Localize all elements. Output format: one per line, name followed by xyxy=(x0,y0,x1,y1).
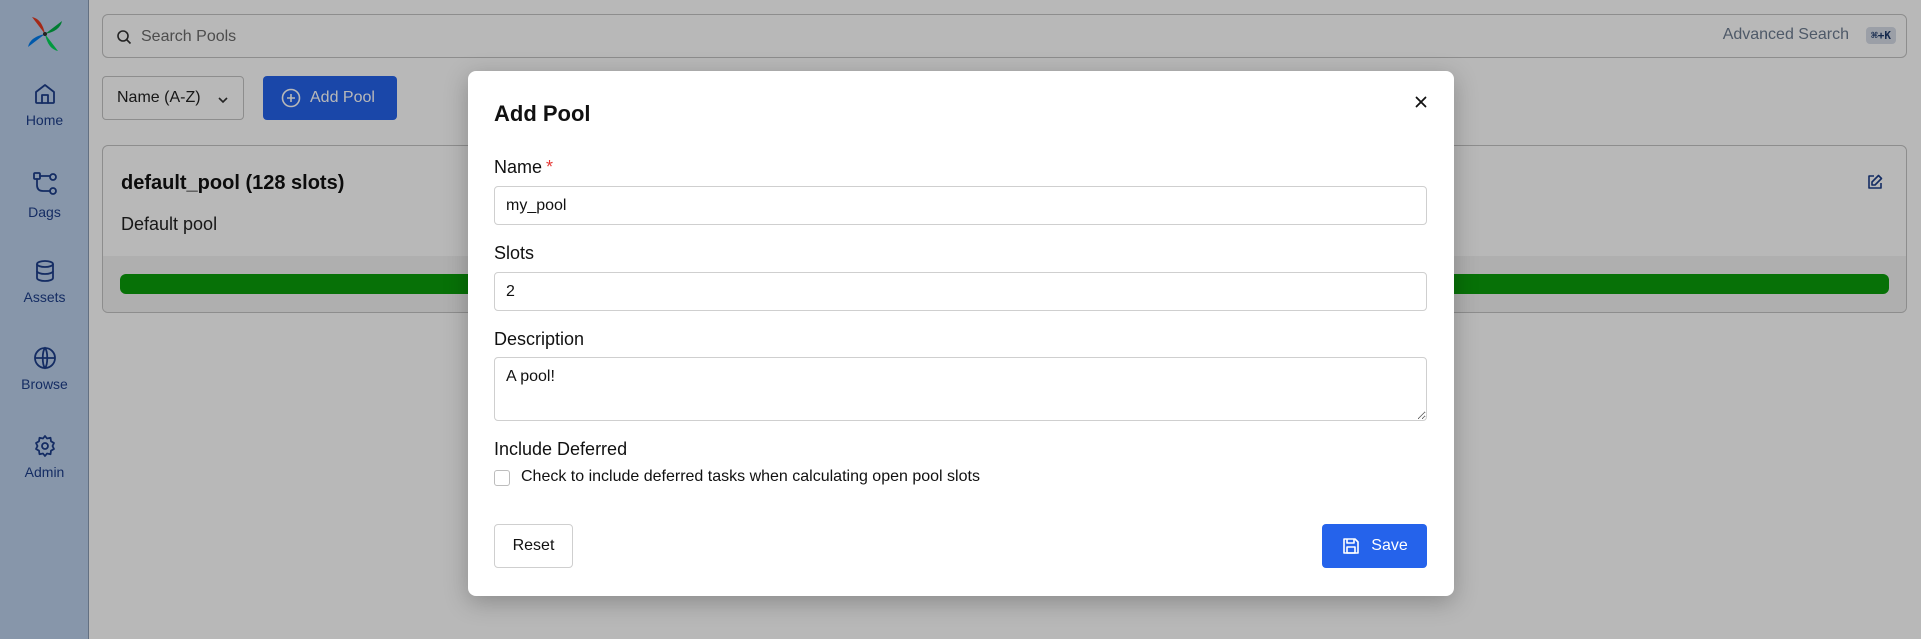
close-icon xyxy=(1415,96,1427,108)
dialog-title: Add Pool xyxy=(494,101,591,126)
name-field[interactable] xyxy=(494,186,1427,225)
name-label: Name * xyxy=(494,157,553,178)
name-label-text: Name xyxy=(494,157,543,177)
save-label: Save xyxy=(1371,537,1408,554)
close-button[interactable] xyxy=(1410,91,1432,113)
required-mark: * xyxy=(546,157,554,177)
reset-button[interactable]: Reset xyxy=(494,524,573,568)
save-icon xyxy=(1343,538,1360,554)
save-button[interactable]: Save xyxy=(1322,524,1427,568)
slots-field[interactable] xyxy=(494,272,1427,311)
include-deferred-text[interactable]: Check to include deferred tasks when cal… xyxy=(521,468,980,486)
include-deferred-checkbox[interactable] xyxy=(494,470,510,486)
description-label: Description xyxy=(494,329,585,349)
include-deferred-label: Include Deferred xyxy=(494,439,628,459)
add-pool-dialog: Add Pool Name* Slots Description A pool!… xyxy=(468,71,1454,596)
description-field[interactable]: A pool! xyxy=(494,357,1427,421)
slots-label: Slots xyxy=(494,243,535,263)
